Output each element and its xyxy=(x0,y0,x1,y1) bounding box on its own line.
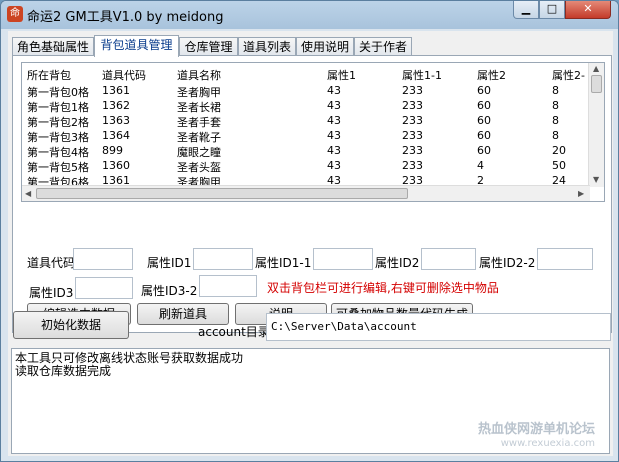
attr-id2-2-input[interactable] xyxy=(537,248,593,270)
column-header[interactable]: 所在背包 xyxy=(27,67,71,83)
client-area: 角色基础属性 背包道具管理 仓库管理 道具列表 使用说明 关于作者 所在背包 道… xyxy=(8,31,613,456)
table-cell: 60 xyxy=(477,129,491,142)
tab-item-list[interactable]: 道具列表 xyxy=(238,37,296,56)
watermark-url: www.rexuexia.com xyxy=(500,438,595,449)
bag-items-panel: 所在背包 道具代码 道具名称 属性1 属性1-1 属性2 属性2- 第一背包0格… xyxy=(12,55,612,333)
table-cell: 60 xyxy=(477,99,491,112)
app-window: 命 命运2 GM工具V1.0 by meidong ▁ □ ✕ 角色基础属性 背… xyxy=(0,0,619,462)
scroll-down-arrow-icon[interactable]: ▼ xyxy=(593,175,599,184)
table-row[interactable]: 第一背包1格 1362 圣者长裙 43 233 60 8 xyxy=(22,98,592,114)
column-header[interactable]: 属性1 xyxy=(327,67,356,83)
scroll-right-arrow-icon[interactable]: ▶ xyxy=(578,189,584,198)
table-cell: 43 xyxy=(327,114,341,127)
table-cell: 233 xyxy=(402,84,423,97)
table-cell: 233 xyxy=(402,159,423,172)
window-title: 命运2 GM工具V1.0 by meidong xyxy=(27,10,224,25)
attr-id2-label: 属性ID2 xyxy=(375,256,420,270)
refresh-items-button[interactable]: 刷新道具 xyxy=(137,303,229,325)
column-header[interactable]: 属性2- xyxy=(552,67,588,83)
table-row[interactable]: 第一背包0格 1361 圣者胸甲 43 233 60 8 xyxy=(22,83,592,99)
table-header: 所在背包 道具代码 道具名称 属性1 属性1-1 属性2 属性2- xyxy=(22,66,592,82)
table-cell: 1364 xyxy=(102,129,130,142)
item-code-label: 道具代码 xyxy=(27,256,76,270)
account-path-input[interactable]: C:\Server\Data\account xyxy=(266,313,611,341)
vertical-scroll-thumb[interactable] xyxy=(591,75,602,93)
scroll-up-arrow-icon[interactable]: ▲ xyxy=(593,64,599,73)
tab-usage[interactable]: 使用说明 xyxy=(296,37,354,56)
table-cell: 43 xyxy=(327,129,341,142)
table-row[interactable]: 第一背包4格 899 魔眼之瞳 43 233 60 20 xyxy=(22,143,592,159)
app-icon: 命 xyxy=(7,6,23,22)
attr-id3-label: 属性ID3 xyxy=(29,286,74,300)
account-dir-label: account目录 xyxy=(198,325,270,339)
table-cell: 8 xyxy=(552,99,559,112)
table-cell: 20 xyxy=(552,144,566,157)
attr-id3-2-label: 属性ID3-2 xyxy=(141,284,198,298)
attr-id1-1-input[interactable] xyxy=(313,248,373,270)
tab-basic-attributes[interactable]: 角色基础属性 xyxy=(12,37,94,56)
table-row[interactable]: 第一背包2格 1363 圣者手套 43 233 60 8 xyxy=(22,113,592,129)
table-row[interactable]: 第一背包3格 1364 圣者靴子 43 233 60 8 xyxy=(22,128,592,144)
watermark-text: 热血侠网游单机论坛 xyxy=(477,422,595,437)
attr-id1-1-label: 属性ID1-1 xyxy=(255,256,312,270)
scroll-left-arrow-icon[interactable]: ◀ xyxy=(25,189,31,198)
horizontal-scroll-thumb[interactable] xyxy=(36,188,408,199)
maximize-button[interactable]: □ xyxy=(539,1,565,19)
close-button[interactable]: ✕ xyxy=(565,1,611,19)
table-cell: 60 xyxy=(477,144,491,157)
table-cell: 233 xyxy=(402,144,423,157)
minimize-button[interactable]: ▁ xyxy=(513,1,539,19)
attr-id2-input[interactable] xyxy=(421,248,476,270)
table-cell: 50 xyxy=(552,159,566,172)
attr-id3-2-input[interactable] xyxy=(199,275,257,297)
table-cell: 60 xyxy=(477,114,491,127)
attr-id2-2-label: 属性ID2-2 xyxy=(479,256,536,270)
table-cell: 4 xyxy=(477,159,484,172)
log-line: 读取仓库数据完成 xyxy=(15,364,112,378)
edit-hint-text: 双击背包栏可进行编辑,右键可删除选中物品 xyxy=(267,281,499,295)
column-header[interactable]: 属性1-1 xyxy=(402,67,442,83)
table-cell: 8 xyxy=(552,84,559,97)
tab-bag-items[interactable]: 背包道具管理 xyxy=(94,35,179,57)
table-cell: 1360 xyxy=(102,159,130,172)
table-cell: 233 xyxy=(402,129,423,142)
table-cell: 43 xyxy=(327,159,341,172)
tab-warehouse[interactable]: 仓库管理 xyxy=(179,37,238,56)
table-cell: 233 xyxy=(402,99,423,112)
column-header[interactable]: 道具名称 xyxy=(177,67,221,83)
vertical-scrollbar[interactable]: ▲ ▼ xyxy=(588,63,604,187)
attr-id3-input[interactable] xyxy=(75,277,133,299)
attr-id1-input[interactable] xyxy=(193,248,253,270)
table-cell: 1362 xyxy=(102,99,130,112)
table-cell: 43 xyxy=(327,99,341,112)
item-code-input[interactable] xyxy=(73,248,133,270)
horizontal-scrollbar[interactable]: ◀ ▶ xyxy=(22,185,590,201)
table-cell: 1363 xyxy=(102,114,130,127)
column-header[interactable]: 属性2 xyxy=(477,67,506,83)
table-cell: 43 xyxy=(327,144,341,157)
table-cell: 43 xyxy=(327,84,341,97)
log-output[interactable]: 本工具只可修改离线状态账号获取数据成功 读取仓库数据完成 热血侠网游单机论坛 w… xyxy=(11,348,610,454)
table-cell: 8 xyxy=(552,114,559,127)
title-bar[interactable]: 命 命运2 GM工具V1.0 by meidong ▁ □ ✕ xyxy=(1,1,618,29)
column-header[interactable]: 道具代码 xyxy=(102,67,146,83)
init-data-button[interactable]: 初始化数据 xyxy=(13,311,129,339)
table-cell: 1361 xyxy=(102,84,130,97)
item-table[interactable]: 所在背包 道具代码 道具名称 属性1 属性1-1 属性2 属性2- 第一背包0格… xyxy=(21,62,605,202)
table-cell: 8 xyxy=(552,129,559,142)
tab-about[interactable]: 关于作者 xyxy=(354,37,412,56)
table-cell: 899 xyxy=(102,144,123,157)
table-cell: 60 xyxy=(477,84,491,97)
table-cell: 233 xyxy=(402,114,423,127)
attr-id1-label: 属性ID1 xyxy=(147,256,192,270)
table-row[interactable]: 第一背包5格 1360 圣者头盔 43 233 4 50 xyxy=(22,158,592,174)
